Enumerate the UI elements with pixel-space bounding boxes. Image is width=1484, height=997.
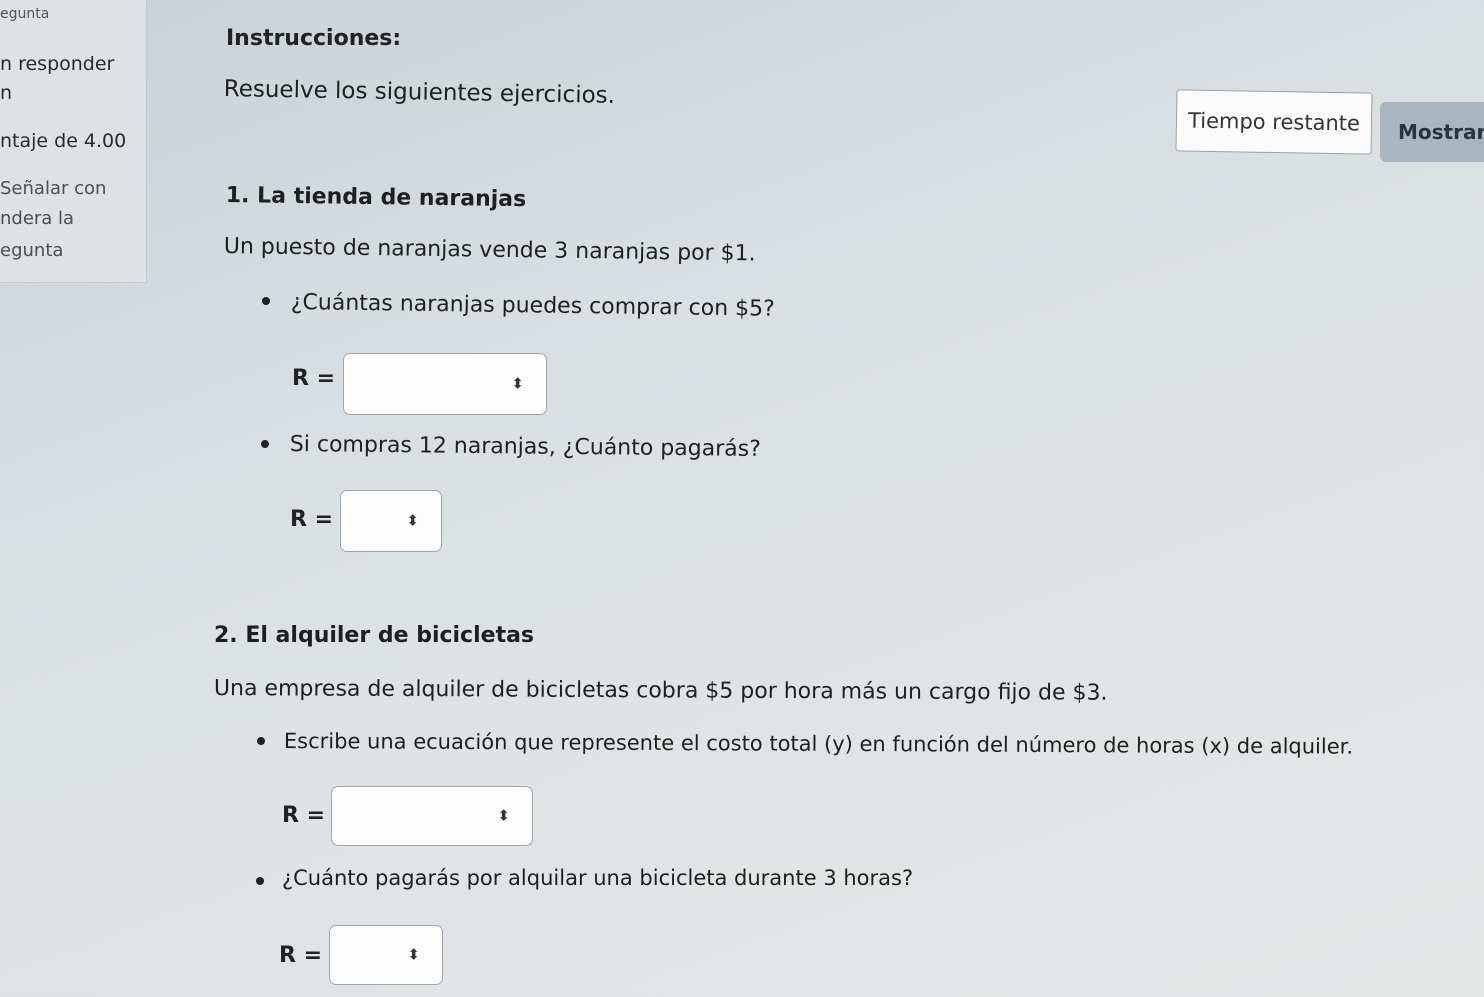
sidebar-flag-link[interactable]: Señalar con	[0, 178, 106, 199]
answer-label: R =	[290, 507, 334, 532]
question-2b-prompt: ¿Cuánto pagarás por alquilar una bicicle…	[282, 866, 914, 890]
sidebar-question-label: egunta	[0, 6, 50, 22]
updown-arrow-icon: ⬍	[406, 511, 419, 530]
bullet	[256, 877, 264, 885]
sidebar-status: n responder	[0, 53, 115, 75]
answer-select-2a[interactable]: ⬍	[331, 786, 533, 846]
question-1b-prompt: Si compras 12 naranjas, ¿Cuánto pagarás?	[289, 432, 761, 462]
question-2-statement: Una empresa de alquiler de bicicletas co…	[213, 676, 1108, 706]
updown-arrow-icon: ⬍	[407, 945, 420, 964]
question-2-title: 2. El alquiler de bicicletas	[214, 623, 535, 648]
updown-arrow-icon: ⬍	[497, 806, 510, 825]
show-timer-button[interactable]: Mostrar	[1380, 102, 1484, 162]
updown-arrow-icon: ⬍	[511, 374, 524, 393]
timer-button[interactable]: Tiempo restante	[1175, 89, 1373, 155]
sidebar-flag-link-2[interactable]: ndera la	[0, 208, 74, 229]
bullet	[257, 737, 265, 745]
question-1-title: 1. La tienda de naranjas	[225, 183, 527, 213]
sidebar-status-2: n	[0, 82, 13, 104]
bullet	[261, 440, 269, 448]
quiz-sidebar: egunta n responder n ntaje de 4.00 Señal…	[0, 0, 147, 283]
instructions-label: Instrucciones:	[226, 26, 402, 51]
bullet	[262, 297, 270, 305]
question-2a-prompt: Escribe una ecuación que represente el c…	[283, 729, 1354, 759]
question-1-statement: Un puesto de naranjas vende 3 naranjas p…	[223, 234, 756, 267]
show-label: Mostrar	[1398, 120, 1484, 144]
answer-select-2b[interactable]: ⬍	[329, 925, 443, 985]
answer-select-1a[interactable]: ⬍	[343, 353, 547, 415]
sidebar-score: ntaje de 4.00	[0, 130, 127, 152]
answer-select-1b[interactable]: ⬍	[340, 490, 442, 552]
answer-label: R =	[279, 943, 323, 968]
answer-label: R =	[292, 366, 336, 391]
sidebar-flag-link-3[interactable]: egunta	[0, 240, 63, 261]
question-1a-prompt: ¿Cuántas naranjas puedes comprar con $5?	[290, 290, 775, 322]
instructions-text: Resuelve los siguientes ejercicios.	[223, 76, 616, 109]
answer-label: R =	[282, 803, 326, 828]
timer-label: Tiempo restante	[1187, 108, 1361, 136]
